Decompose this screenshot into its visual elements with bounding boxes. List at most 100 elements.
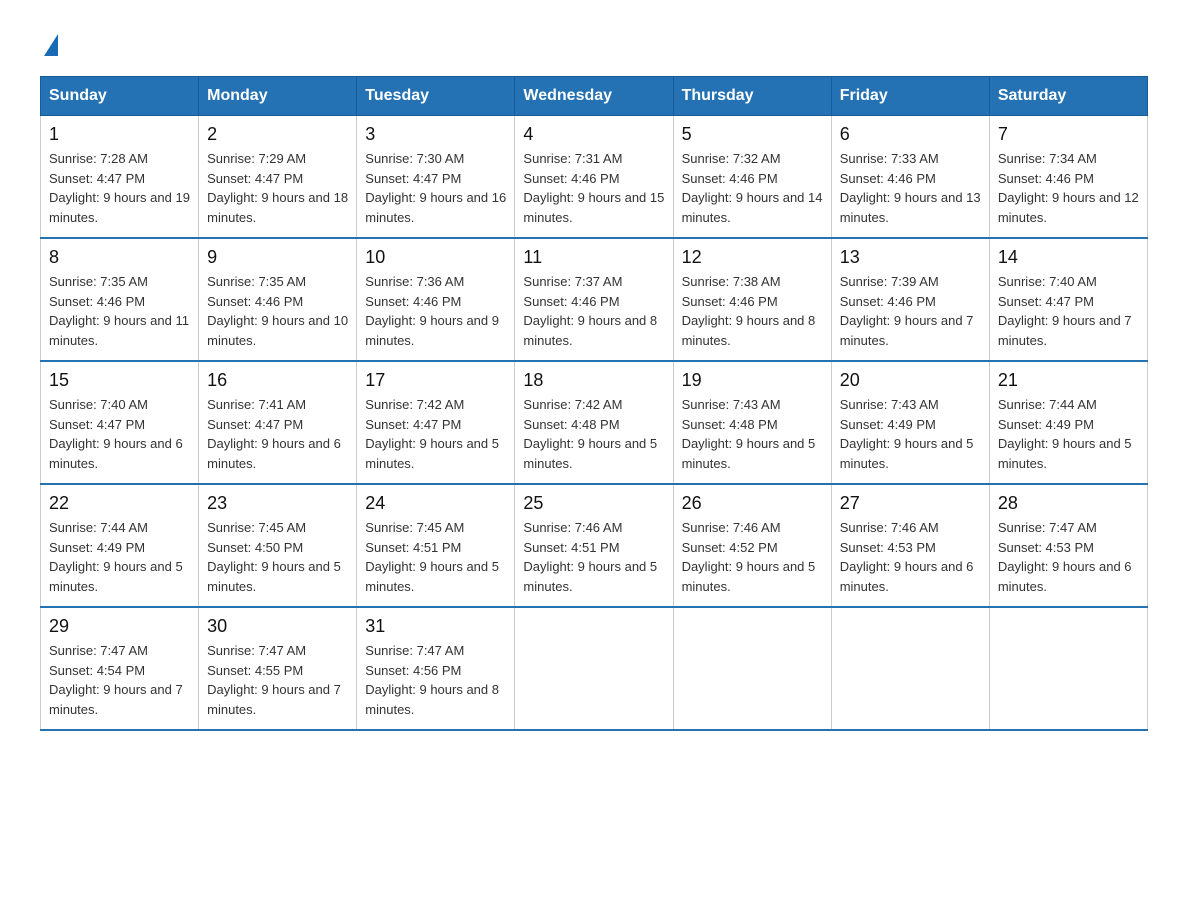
day-number: 1 xyxy=(49,124,190,145)
day-number: 9 xyxy=(207,247,348,268)
day-number: 28 xyxy=(998,493,1139,514)
day-cell xyxy=(515,607,673,730)
day-cell: 5 Sunrise: 7:32 AMSunset: 4:46 PMDayligh… xyxy=(673,116,831,239)
day-cell: 9 Sunrise: 7:35 AMSunset: 4:46 PMDayligh… xyxy=(199,238,357,361)
day-cell: 27 Sunrise: 7:46 AMSunset: 4:53 PMDaylig… xyxy=(831,484,989,607)
day-info: Sunrise: 7:45 AMSunset: 4:51 PMDaylight:… xyxy=(365,520,499,594)
day-cell: 3 Sunrise: 7:30 AMSunset: 4:47 PMDayligh… xyxy=(357,116,515,239)
day-cell: 21 Sunrise: 7:44 AMSunset: 4:49 PMDaylig… xyxy=(989,361,1147,484)
day-cell: 11 Sunrise: 7:37 AMSunset: 4:46 PMDaylig… xyxy=(515,238,673,361)
logo-triangle-icon xyxy=(44,34,58,56)
day-number: 26 xyxy=(682,493,823,514)
day-number: 24 xyxy=(365,493,506,514)
day-info: Sunrise: 7:41 AMSunset: 4:47 PMDaylight:… xyxy=(207,397,341,471)
day-info: Sunrise: 7:40 AMSunset: 4:47 PMDaylight:… xyxy=(998,274,1132,348)
day-info: Sunrise: 7:46 AMSunset: 4:51 PMDaylight:… xyxy=(523,520,657,594)
day-number: 19 xyxy=(682,370,823,391)
day-number: 30 xyxy=(207,616,348,637)
day-number: 17 xyxy=(365,370,506,391)
day-info: Sunrise: 7:34 AMSunset: 4:46 PMDaylight:… xyxy=(998,151,1139,225)
day-info: Sunrise: 7:35 AMSunset: 4:46 PMDaylight:… xyxy=(207,274,348,348)
day-info: Sunrise: 7:35 AMSunset: 4:46 PMDaylight:… xyxy=(49,274,189,348)
day-cell: 24 Sunrise: 7:45 AMSunset: 4:51 PMDaylig… xyxy=(357,484,515,607)
week-row-2: 8 Sunrise: 7:35 AMSunset: 4:46 PMDayligh… xyxy=(41,238,1148,361)
day-cell: 25 Sunrise: 7:46 AMSunset: 4:51 PMDaylig… xyxy=(515,484,673,607)
day-number: 18 xyxy=(523,370,664,391)
day-info: Sunrise: 7:39 AMSunset: 4:46 PMDaylight:… xyxy=(840,274,974,348)
day-number: 31 xyxy=(365,616,506,637)
day-cell xyxy=(673,607,831,730)
day-info: Sunrise: 7:46 AMSunset: 4:52 PMDaylight:… xyxy=(682,520,816,594)
day-number: 25 xyxy=(523,493,664,514)
day-cell: 7 Sunrise: 7:34 AMSunset: 4:46 PMDayligh… xyxy=(989,116,1147,239)
day-number: 13 xyxy=(840,247,981,268)
day-number: 23 xyxy=(207,493,348,514)
header-cell-tuesday: Tuesday xyxy=(357,77,515,116)
calendar-table: SundayMondayTuesdayWednesdayThursdayFrid… xyxy=(40,76,1148,731)
day-info: Sunrise: 7:44 AMSunset: 4:49 PMDaylight:… xyxy=(998,397,1132,471)
day-info: Sunrise: 7:37 AMSunset: 4:46 PMDaylight:… xyxy=(523,274,657,348)
day-cell: 19 Sunrise: 7:43 AMSunset: 4:48 PMDaylig… xyxy=(673,361,831,484)
day-number: 11 xyxy=(523,247,664,268)
day-cell: 18 Sunrise: 7:42 AMSunset: 4:48 PMDaylig… xyxy=(515,361,673,484)
day-info: Sunrise: 7:33 AMSunset: 4:46 PMDaylight:… xyxy=(840,151,981,225)
day-info: Sunrise: 7:47 AMSunset: 4:54 PMDaylight:… xyxy=(49,643,183,717)
day-cell: 23 Sunrise: 7:45 AMSunset: 4:50 PMDaylig… xyxy=(199,484,357,607)
header-cell-sunday: Sunday xyxy=(41,77,199,116)
day-cell: 22 Sunrise: 7:44 AMSunset: 4:49 PMDaylig… xyxy=(41,484,199,607)
day-number: 12 xyxy=(682,247,823,268)
day-cell: 28 Sunrise: 7:47 AMSunset: 4:53 PMDaylig… xyxy=(989,484,1147,607)
day-info: Sunrise: 7:38 AMSunset: 4:46 PMDaylight:… xyxy=(682,274,816,348)
day-info: Sunrise: 7:43 AMSunset: 4:49 PMDaylight:… xyxy=(840,397,974,471)
day-number: 22 xyxy=(49,493,190,514)
day-number: 29 xyxy=(49,616,190,637)
day-info: Sunrise: 7:32 AMSunset: 4:46 PMDaylight:… xyxy=(682,151,823,225)
week-row-4: 22 Sunrise: 7:44 AMSunset: 4:49 PMDaylig… xyxy=(41,484,1148,607)
logo-text xyxy=(40,30,58,56)
day-info: Sunrise: 7:42 AMSunset: 4:47 PMDaylight:… xyxy=(365,397,499,471)
day-number: 7 xyxy=(998,124,1139,145)
day-info: Sunrise: 7:30 AMSunset: 4:47 PMDaylight:… xyxy=(365,151,506,225)
header-cell-wednesday: Wednesday xyxy=(515,77,673,116)
header-row: SundayMondayTuesdayWednesdayThursdayFrid… xyxy=(41,77,1148,116)
day-info: Sunrise: 7:43 AMSunset: 4:48 PMDaylight:… xyxy=(682,397,816,471)
day-cell: 1 Sunrise: 7:28 AMSunset: 4:47 PMDayligh… xyxy=(41,116,199,239)
day-cell: 2 Sunrise: 7:29 AMSunset: 4:47 PMDayligh… xyxy=(199,116,357,239)
day-info: Sunrise: 7:36 AMSunset: 4:46 PMDaylight:… xyxy=(365,274,499,348)
day-cell: 31 Sunrise: 7:47 AMSunset: 4:56 PMDaylig… xyxy=(357,607,515,730)
day-cell: 14 Sunrise: 7:40 AMSunset: 4:47 PMDaylig… xyxy=(989,238,1147,361)
day-cell xyxy=(989,607,1147,730)
week-row-5: 29 Sunrise: 7:47 AMSunset: 4:54 PMDaylig… xyxy=(41,607,1148,730)
day-info: Sunrise: 7:45 AMSunset: 4:50 PMDaylight:… xyxy=(207,520,341,594)
day-number: 15 xyxy=(49,370,190,391)
day-cell: 8 Sunrise: 7:35 AMSunset: 4:46 PMDayligh… xyxy=(41,238,199,361)
day-info: Sunrise: 7:47 AMSunset: 4:53 PMDaylight:… xyxy=(998,520,1132,594)
day-cell: 4 Sunrise: 7:31 AMSunset: 4:46 PMDayligh… xyxy=(515,116,673,239)
day-info: Sunrise: 7:42 AMSunset: 4:48 PMDaylight:… xyxy=(523,397,657,471)
header-cell-friday: Friday xyxy=(831,77,989,116)
day-info: Sunrise: 7:46 AMSunset: 4:53 PMDaylight:… xyxy=(840,520,974,594)
day-cell: 16 Sunrise: 7:41 AMSunset: 4:47 PMDaylig… xyxy=(199,361,357,484)
day-cell: 10 Sunrise: 7:36 AMSunset: 4:46 PMDaylig… xyxy=(357,238,515,361)
day-number: 16 xyxy=(207,370,348,391)
day-number: 3 xyxy=(365,124,506,145)
logo-area xyxy=(40,30,58,56)
header-cell-saturday: Saturday xyxy=(989,77,1147,116)
day-cell: 17 Sunrise: 7:42 AMSunset: 4:47 PMDaylig… xyxy=(357,361,515,484)
day-cell: 12 Sunrise: 7:38 AMSunset: 4:46 PMDaylig… xyxy=(673,238,831,361)
day-cell: 6 Sunrise: 7:33 AMSunset: 4:46 PMDayligh… xyxy=(831,116,989,239)
day-cell: 15 Sunrise: 7:40 AMSunset: 4:47 PMDaylig… xyxy=(41,361,199,484)
day-number: 27 xyxy=(840,493,981,514)
day-cell: 20 Sunrise: 7:43 AMSunset: 4:49 PMDaylig… xyxy=(831,361,989,484)
header-cell-monday: Monday xyxy=(199,77,357,116)
day-info: Sunrise: 7:44 AMSunset: 4:49 PMDaylight:… xyxy=(49,520,183,594)
header-cell-thursday: Thursday xyxy=(673,77,831,116)
day-number: 4 xyxy=(523,124,664,145)
day-info: Sunrise: 7:47 AMSunset: 4:56 PMDaylight:… xyxy=(365,643,499,717)
header xyxy=(40,30,1148,56)
week-row-3: 15 Sunrise: 7:40 AMSunset: 4:47 PMDaylig… xyxy=(41,361,1148,484)
day-cell: 26 Sunrise: 7:46 AMSunset: 4:52 PMDaylig… xyxy=(673,484,831,607)
week-row-1: 1 Sunrise: 7:28 AMSunset: 4:47 PMDayligh… xyxy=(41,116,1148,239)
day-number: 21 xyxy=(998,370,1139,391)
day-cell: 13 Sunrise: 7:39 AMSunset: 4:46 PMDaylig… xyxy=(831,238,989,361)
